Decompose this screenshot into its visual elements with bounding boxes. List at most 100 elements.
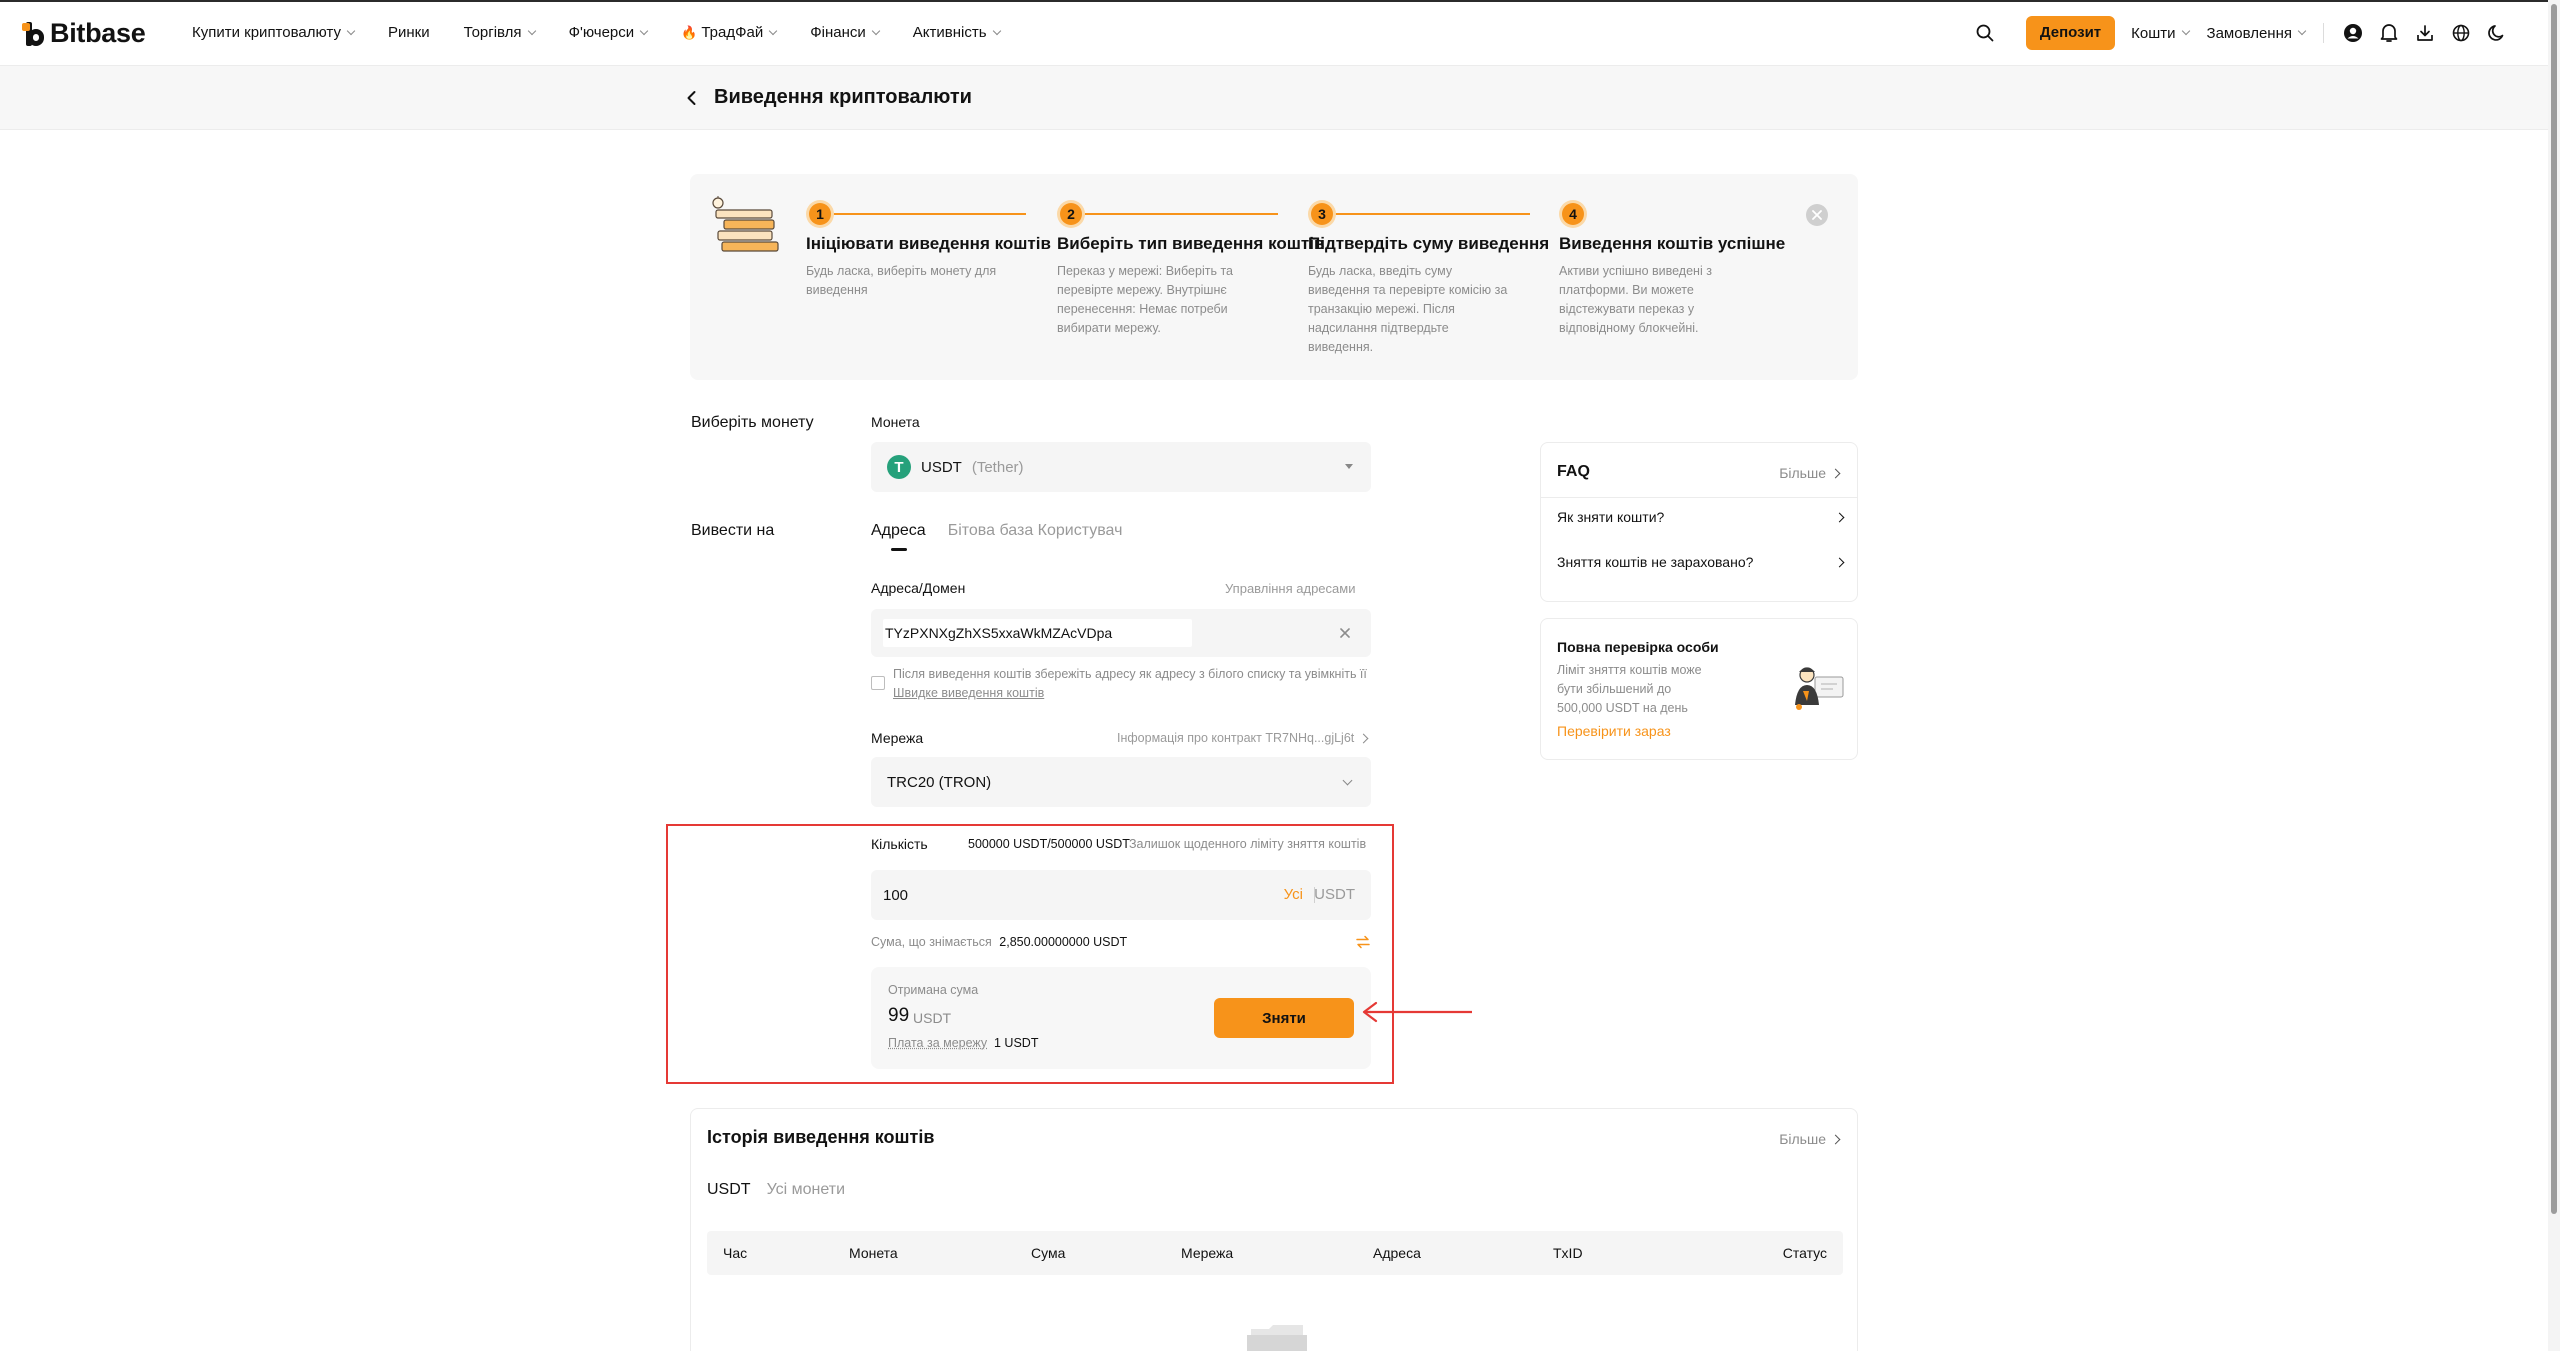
faq-title: FAQ bbox=[1557, 463, 1590, 480]
whitelist-checkbox[interactable] bbox=[871, 676, 885, 690]
step-number: 2 bbox=[1057, 200, 1085, 228]
chevron-down-icon bbox=[2297, 26, 2307, 36]
page-header: Виведення криптовалюти bbox=[0, 66, 2548, 130]
books-illustration bbox=[708, 196, 784, 256]
manage-addresses-link[interactable]: Управління адресами bbox=[1225, 581, 1355, 596]
nav-tradfi[interactable]: 🔥 ТрадФай bbox=[681, 24, 778, 41]
withdraw-steps-panel: 1 Ініціювати виведення коштів Будь ласка… bbox=[690, 174, 1858, 380]
deposit-button[interactable]: Депозит bbox=[2025, 16, 2116, 50]
fire-icon: 🔥 bbox=[681, 24, 698, 40]
step-description: Будь ласка, виберіть монету для виведенн… bbox=[806, 264, 997, 297]
divider bbox=[2323, 23, 2324, 43]
page-title: Виведення криптовалюти bbox=[714, 86, 972, 108]
faq-card: FAQ Більше Як зняти кошти? Зняття коштів… bbox=[1540, 442, 1858, 602]
network-value: TRC20 (TRON) bbox=[887, 773, 992, 791]
nav-markets[interactable]: Ринки bbox=[388, 24, 430, 41]
quick-withdraw-link[interactable]: Швидке виведення коштів bbox=[893, 686, 1044, 700]
verify-description: Ліміт зняття коштів може бути збільшений… bbox=[1557, 663, 1702, 715]
step-number: 3 bbox=[1308, 200, 1336, 228]
faq-item[interactable]: Як зняти кошти? bbox=[1557, 509, 1845, 525]
coin-symbol: USDT bbox=[921, 458, 962, 476]
step-number: 1 bbox=[806, 200, 834, 228]
step-1: 1 Ініціювати виведення коштів Будь ласка… bbox=[806, 200, 1051, 300]
tab-usdt[interactable]: USDT bbox=[707, 1181, 751, 1199]
scroll-thumb[interactable] bbox=[2551, 4, 2557, 1214]
select-coin-label: Виберіть монету bbox=[691, 414, 814, 431]
step-title: Ініціювати виведення коштів bbox=[806, 234, 1051, 253]
verify-now-link[interactable]: Перевірити зараз bbox=[1557, 723, 1671, 739]
step-2: 2 Виберіть тип виведення коштів Переказ … bbox=[1057, 200, 1325, 338]
divider bbox=[1541, 497, 1857, 498]
coin-name: (Tether) bbox=[971, 458, 1024, 476]
funds-menu[interactable]: Кошти bbox=[2131, 25, 2190, 42]
user-icon[interactable] bbox=[2342, 22, 2364, 44]
highlight-box bbox=[666, 824, 1394, 1084]
nav-futures[interactable]: Ф'ючерси bbox=[569, 24, 649, 41]
history-more-link[interactable]: Більше bbox=[1779, 1131, 1841, 1147]
chevron-right-icon bbox=[1834, 557, 1845, 567]
step-4: 4 Виведення коштів успішне Активи успішн… bbox=[1559, 200, 1799, 338]
chevron-right-icon bbox=[1830, 1134, 1841, 1144]
history-tabs: USDT Усі монети bbox=[707, 1181, 845, 1199]
chevron-right-icon bbox=[1830, 468, 1841, 478]
nav-right: Депозит Кошти Замовлення bbox=[1974, 16, 2508, 50]
address-label: Адреса/Домен bbox=[871, 580, 966, 596]
history-table-header: Час Монета Сума Мережа Адреса TxID Стату… bbox=[707, 1231, 1843, 1275]
step-description: Активи успішно виведені з платформи. Ви … bbox=[1559, 264, 1712, 335]
verification-illustration bbox=[1789, 661, 1845, 711]
moon-icon[interactable] bbox=[2486, 22, 2508, 44]
logo-text: Bitbase bbox=[50, 18, 146, 48]
nav-trade[interactable]: Торгівля bbox=[464, 24, 536, 41]
close-icon[interactable] bbox=[1806, 204, 1828, 226]
address-input[interactable]: TYzPXNXgZhXS5xxaWkMZAcVDpa bbox=[871, 609, 1371, 657]
step-title: Виберіть тип виведення коштів bbox=[1057, 234, 1325, 253]
orders-menu[interactable]: Замовлення bbox=[2207, 25, 2307, 42]
chevron-right-icon bbox=[1834, 512, 1845, 522]
chevron-down-icon bbox=[2181, 26, 2190, 36]
faq-more-link[interactable]: Більше bbox=[1779, 465, 1841, 481]
coin-select[interactable]: T USDT (Tether) bbox=[871, 442, 1371, 492]
caret-down-icon bbox=[1345, 464, 1353, 469]
tether-icon: T bbox=[887, 455, 911, 479]
address-value: TYzPXNXgZhXS5xxaWkMZAcVDpa bbox=[883, 619, 1193, 647]
column-header: Сума bbox=[1031, 1245, 1066, 1261]
chevron-down-icon bbox=[527, 26, 536, 35]
column-header: Статус bbox=[1782, 1245, 1827, 1261]
column-header: Монета bbox=[849, 1245, 898, 1261]
search-icon[interactable] bbox=[1974, 22, 1996, 44]
step-3: 3 Підтвердіть суму виведення Будь ласка,… bbox=[1308, 200, 1549, 357]
nav-finance[interactable]: Фінанси bbox=[810, 24, 880, 41]
back-arrow-icon[interactable] bbox=[682, 88, 702, 108]
chevron-down-icon bbox=[768, 26, 778, 35]
chevron-down-icon bbox=[346, 26, 356, 35]
chevron-down-icon bbox=[992, 26, 1001, 35]
step-description: Переказ у мережі: Виберіть та перевірте … bbox=[1057, 264, 1233, 335]
faq-item[interactable]: Зняття коштів не зараховано? bbox=[1557, 554, 1845, 570]
chevron-down-icon bbox=[871, 26, 880, 35]
chevron-down-icon bbox=[639, 26, 649, 35]
column-header: Мережа bbox=[1181, 1245, 1234, 1261]
globe-icon[interactable] bbox=[2450, 22, 2472, 44]
top-navbar: Bitbase Купити криптовалюту Ринки Торгів… bbox=[0, 0, 2548, 66]
logo-icon bbox=[22, 21, 44, 47]
nav-activity[interactable]: Активність bbox=[913, 24, 1001, 41]
chevron-right-icon bbox=[1358, 733, 1369, 743]
nav-buy-crypto[interactable]: Купити криптовалюту bbox=[192, 24, 356, 41]
destination-tabs: Адреса Бітова база Користувач bbox=[871, 522, 1123, 551]
step-description: Будь ласка, введіть суму виведення та пе… bbox=[1308, 264, 1508, 354]
bell-icon[interactable] bbox=[2378, 22, 2400, 44]
tab-address[interactable]: Адреса bbox=[871, 522, 926, 551]
step-title: Виведення коштів успішне bbox=[1559, 234, 1786, 253]
contract-info-link[interactable]: Інформація про контракт TR7NHq...gjLj6t bbox=[1117, 731, 1369, 745]
network-select[interactable]: TRC20 (TRON) bbox=[871, 757, 1371, 807]
bitbase-logo[interactable]: Bitbase bbox=[22, 18, 146, 49]
tab-bitbase-user[interactable]: Бітова база Користувач bbox=[948, 522, 1123, 540]
whitelist-text: Після виведення коштів збережіть адресу … bbox=[893, 667, 1367, 700]
download-icon[interactable] bbox=[2414, 22, 2436, 44]
clear-icon[interactable] bbox=[1337, 625, 1353, 641]
withdraw-to-label: Вивести на bbox=[691, 522, 775, 539]
withdraw-history-card: Історія виведення коштів Більше USDT Усі… bbox=[690, 1108, 1858, 1351]
coin-label: Монета bbox=[871, 414, 920, 430]
tab-all-coins[interactable]: Усі монети bbox=[767, 1181, 845, 1199]
page-scrollbar[interactable] bbox=[2548, 0, 2560, 1351]
